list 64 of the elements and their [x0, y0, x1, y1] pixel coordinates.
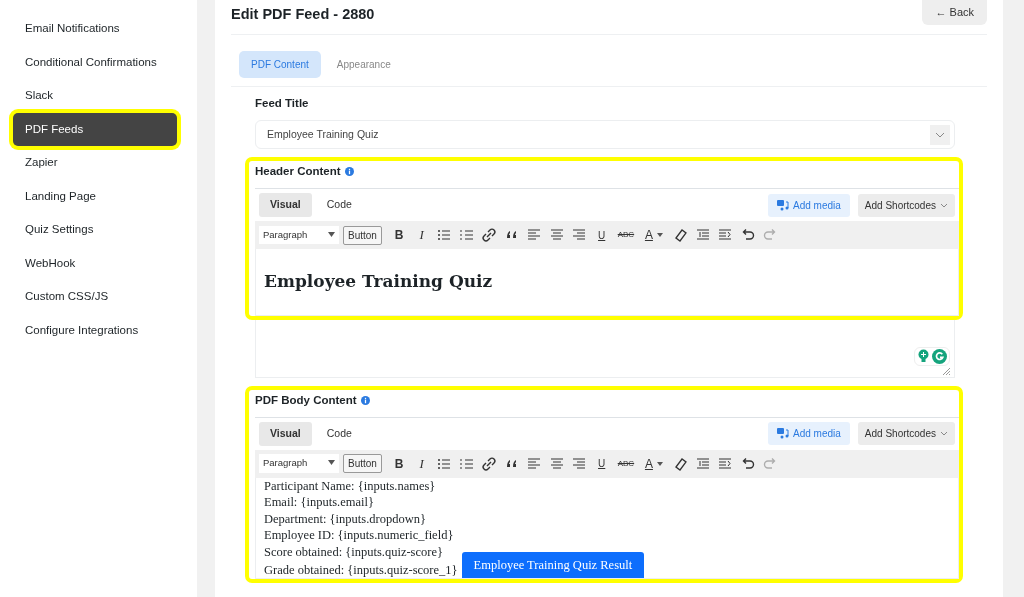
caret-icon: [328, 231, 335, 237]
editor-text-line: Employee ID: {inputs.numeric_field}: [264, 527, 454, 544]
toolbar-button[interactable]: Button: [343, 454, 382, 473]
feed-title-select[interactable]: Employee Training Quiz: [255, 120, 955, 149]
sidebar-item[interactable]: Email Notifications: [13, 12, 177, 46]
field-label: Feed Title: [255, 95, 310, 111]
caret-icon: [656, 233, 663, 237]
sidebar-item[interactable]: Zapier: [13, 146, 177, 180]
caret-icon: [328, 460, 335, 466]
sidebar-item[interactable]: Landing Page: [13, 179, 177, 213]
shortcodes-button[interactable]: Add Shortcodes: [857, 422, 955, 446]
underline-button[interactable]: U: [590, 453, 613, 474]
italic-button[interactable]: I: [410, 225, 433, 245]
caret-icon: [656, 461, 663, 466]
editor-text-line: Grade obtained: {inputs.quiz-score_1}: [264, 561, 458, 578]
editor-tab[interactable]: Code: [315, 421, 363, 446]
sidebar-item[interactable]: Conditional Confirmations: [13, 45, 177, 79]
media-icon: [777, 428, 789, 440]
editor-text-line: Participant Name: {inputs.names}: [264, 477, 436, 494]
italic-button[interactable]: I: [410, 453, 433, 474]
editor-tab[interactable]: Visual: [259, 421, 312, 446]
text-color-button[interactable]: A: [638, 453, 669, 474]
editor-tab[interactable]: Code: [315, 193, 363, 217]
chevron-icon: [940, 431, 948, 437]
page-title: Edit PDF Feed - 2880: [231, 5, 375, 24]
resize-handle-icon[interactable]: [943, 367, 950, 375]
tab[interactable]: Appearance: [324, 50, 403, 78]
text-color-button[interactable]: A: [638, 225, 669, 245]
format-select[interactable]: Paragraph: [259, 454, 339, 473]
sidebar-item[interactable]: Quiz Settings: [13, 213, 177, 247]
g-logo-icon: [932, 348, 947, 364]
media-icon: [777, 199, 789, 211]
strikethrough-button[interactable]: ABC: [612, 453, 639, 474]
format-select[interactable]: Paragraph: [259, 225, 339, 245]
editor-area[interactable]: [255, 477, 959, 579]
bulb-icon: [917, 348, 930, 363]
info-icon: [344, 167, 354, 177]
editor-area[interactable]: Employee Training Quiz: [255, 249, 959, 316]
sidebar-item[interactable]: Slack: [13, 79, 177, 113]
add-media-button[interactable]: Add media: [768, 422, 850, 446]
grammarly-widget[interactable]: [914, 346, 950, 366]
editor-text-line: Department: {inputs.dropdown}: [264, 510, 426, 527]
sidebar-item[interactable]: WebHook: [13, 246, 177, 280]
editor-tab[interactable]: Visual: [259, 193, 312, 217]
bold-button[interactable]: B: [387, 453, 411, 474]
editor-text-line: Email: {inputs.email}: [264, 494, 374, 511]
sidebar-item[interactable]: Custom CSS/JS: [13, 280, 177, 314]
editor-text-line: Score obtained: {inputs.quiz-score}: [264, 543, 443, 560]
tab[interactable]: PDF Content: [239, 50, 321, 78]
bold-button[interactable]: B: [387, 225, 411, 245]
quiz-result-button[interactable]: Employee Training Quiz Result: [461, 552, 645, 578]
back-button[interactable]: ← Back: [922, 0, 987, 25]
sidebar-item[interactable]: Configure Integrations: [13, 313, 177, 347]
shortcodes-button[interactable]: Add Shortcodes: [857, 193, 955, 217]
underline-button[interactable]: U: [590, 225, 613, 245]
strikethrough-button[interactable]: ABC: [612, 225, 639, 245]
field-label: PDF Body Content: [255, 392, 357, 408]
add-media-button[interactable]: Add media: [768, 193, 850, 217]
chevron-icon: [940, 202, 948, 208]
chevron-icon: [930, 124, 950, 145]
field-label: Header Content: [255, 164, 341, 179]
editor-heading: Employee Training Quiz: [264, 270, 494, 293]
toolbar-button[interactable]: Button: [343, 225, 382, 245]
info-icon: [360, 395, 370, 405]
